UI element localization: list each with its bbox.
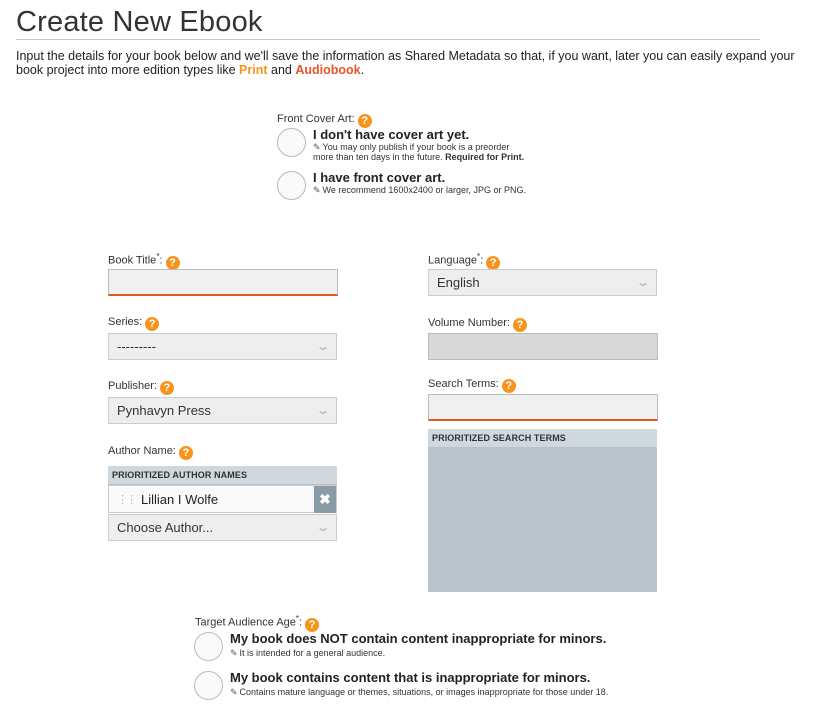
cover-art-label: Front Cover Art:? [277,113,372,128]
label-text: Series: [108,316,143,328]
cover-art-option-none[interactable]: I don't have cover art yet. ✎ You may onl… [277,127,524,162]
author-list-item[interactable]: ⋮⋮ Lillian I Wolfe ✖ [108,485,337,513]
search-terms-list-header: PRIORITIZED SEARCH TERMS [428,429,657,448]
label-text: Search Terms: [428,378,499,390]
edit-icon: ✎ [313,142,321,152]
volume-number-label: Volume Number:? [428,317,527,332]
desc-text: Contains mature language or themes, situ… [239,687,609,697]
radio-button[interactable] [194,671,223,700]
search-terms-list[interactable] [428,448,657,592]
label-suffix: : [299,616,303,629]
volume-number-input[interactable] [428,333,658,360]
desc-line2: more than ten days in the future. [313,152,446,162]
book-title-label: Book Title*:? [108,252,180,270]
radio-title: My book does NOT contain content inappro… [230,631,607,646]
series-select[interactable]: --------- ⌄ [108,333,337,360]
edit-icon: ✎ [230,648,238,658]
label-text: Target Audience Age [195,616,296,629]
radio-description-2: more than ten days in the future. Requir… [313,152,524,162]
question-circle-icon[interactable]: ? [305,617,320,632]
desc-line1: You may only publish if your book is a p… [322,142,510,152]
radio-description: ✎ Contains mature language or themes, sit… [230,687,608,697]
question-circle-icon[interactable]: ? [357,114,372,128]
intro-and: and [267,63,296,77]
page-header: Create New Ebook [16,6,760,40]
audience-label: Target Audience Age*:? [195,614,320,632]
selected-value: Pynhavyn Press [117,403,211,418]
required-for-print-note: Required for Print. [445,152,525,162]
chevron-down-icon: ⌄ [635,275,651,289]
radio-text: I have front cover art. ✎ We recommend 16… [313,170,526,195]
question-circle-icon[interactable]: ? [165,255,180,270]
question-circle-icon[interactable]: ? [159,381,174,395]
choose-author-select[interactable]: Choose Author... ⌄ [108,514,337,541]
radio-description: ✎ It is intended for a general audience. [230,648,606,658]
search-terms-input[interactable] [428,394,658,421]
radio-text: My book contains content that is inappro… [230,670,608,697]
chevron-down-icon: ⌄ [315,520,331,534]
radio-text: My book does NOT contain content inappro… [230,631,606,658]
label-text: Language [428,254,477,267]
intro-end: . [360,63,365,77]
audience-option-mature[interactable]: My book contains content that is inappro… [194,670,608,700]
selected-value: Choose Author... [117,520,214,535]
question-circle-icon[interactable]: ? [501,379,516,393]
radio-button[interactable] [277,128,306,157]
question-circle-icon[interactable]: ? [512,318,527,332]
book-title-input[interactable] [108,269,338,296]
intro-text: Input the details for your book below an… [16,49,816,77]
search-terms-label: Search Terms:? [428,378,516,393]
chevron-down-icon: ⌄ [315,403,331,417]
author-list-header: PRIORITIZED AUTHOR NAMES [108,466,337,485]
label-suffix: : [480,254,484,267]
chevron-down-icon: ⌄ [315,339,331,353]
label-text: Book Title [108,254,157,267]
language-select[interactable]: English ⌄ [428,269,657,296]
radio-text: I don't have cover art yet. ✎ You may onl… [313,127,524,162]
audience-option-general[interactable]: My book does NOT contain content inappro… [194,631,606,661]
remove-author-button[interactable]: ✖ [314,485,336,513]
author-name: Lillian I Wolfe [141,491,219,507]
radio-title: I don't have cover art yet. [313,127,470,142]
label-text: Volume Number: [428,317,510,329]
label-text: Publisher: [108,380,157,392]
radio-button[interactable] [277,171,306,200]
language-label: Language*:? [428,252,501,270]
print-link[interactable]: Print [239,63,267,77]
desc-text: It is intended for a general audience. [239,648,386,658]
radio-title: My book contains content that is inappro… [230,670,591,685]
radio-description: ✎ You may only publish if your book is a … [313,142,524,152]
publisher-select[interactable]: Pynhavyn Press ⌄ [108,397,337,424]
title-divider [16,39,760,40]
page-title: Create New Ebook [16,6,265,39]
cover-art-label-text: Front Cover Art: [277,113,355,125]
drag-handle-icon[interactable]: ⋮⋮ [117,493,137,506]
author-name-label: Author Name:? [108,445,193,460]
edit-icon: ✎ [313,185,321,195]
edit-icon: ✎ [230,687,238,697]
question-circle-icon[interactable]: ? [486,255,501,270]
selected-value: --------- [117,339,156,354]
radio-title: I have front cover art. [313,170,446,185]
series-label: Series:? [108,316,160,331]
label-text: Author Name: [108,445,176,457]
radio-button[interactable] [194,632,223,661]
intro-body: Input the details for your book below an… [16,49,795,77]
question-circle-icon[interactable]: ? [178,446,193,460]
selected-value: English [437,275,480,290]
cover-art-option-have[interactable]: I have front cover art. ✎ We recommend 16… [277,170,526,200]
desc-line1: We recommend 1600x2400 or larger, JPG or… [322,185,526,195]
question-circle-icon[interactable]: ? [145,317,160,331]
publisher-label: Publisher:? [108,380,174,395]
radio-description: ✎ We recommend 1600x2400 or larger, JPG o… [313,185,526,195]
label-suffix: : [159,254,163,267]
audiobook-link[interactable]: Audiobook [295,63,360,77]
